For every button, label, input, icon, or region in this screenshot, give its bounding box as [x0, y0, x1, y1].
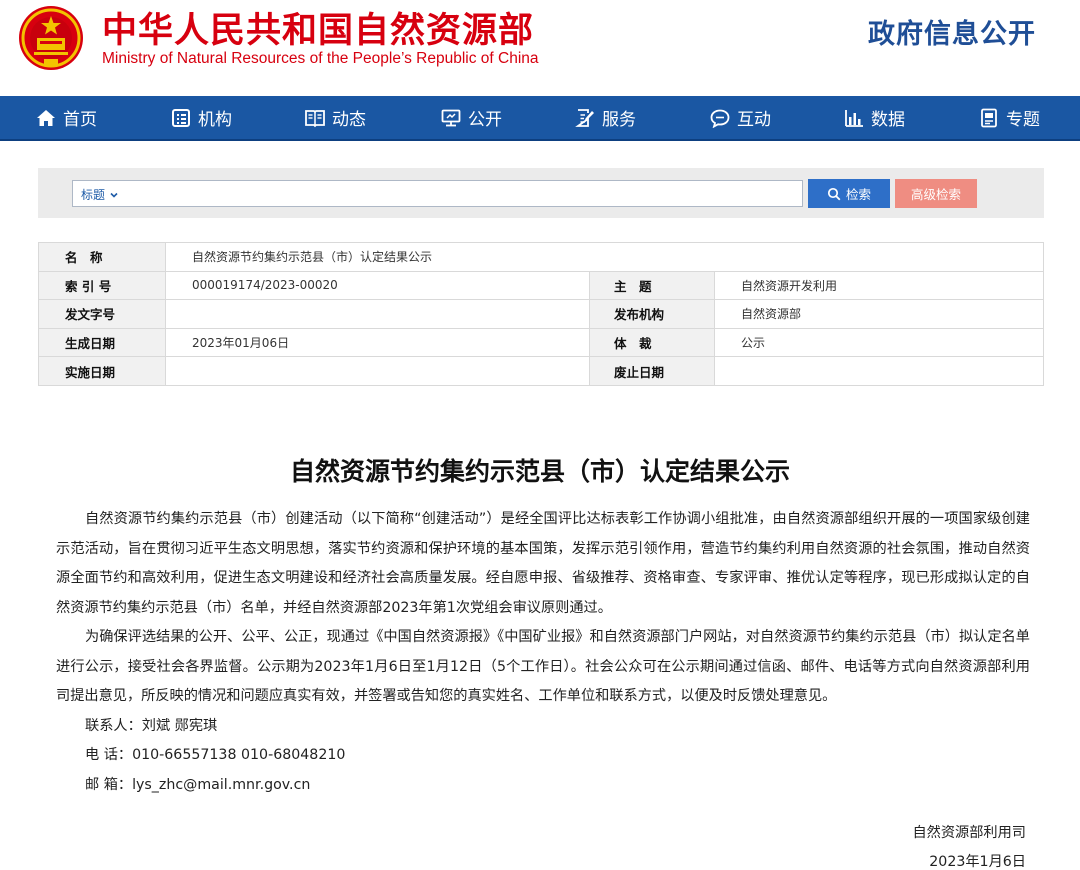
nav-label: 互动	[737, 110, 771, 130]
search-button-label: 检索	[845, 188, 871, 202]
article-body: 自然资源节约集约示范县（市）创建活动（以下简称“创建活动”）是经全国评比达标表彰…	[56, 505, 1030, 800]
meta-key-issuer: 发布机构	[589, 299, 715, 329]
meta-value-date: 2023年01月06日	[165, 327, 590, 358]
meta-value-index: 000019174/2023-00020	[165, 270, 590, 301]
nav-item-interaction[interactable]: 互动	[710, 96, 771, 139]
chat-bubble-icon	[710, 109, 730, 128]
organization-icon	[172, 108, 190, 127]
contact-person: 联系人：刘斌 郧宪琪	[85, 717, 218, 734]
table-row: 生成日期 2023年01月06日 体 裁 公示	[38, 327, 1044, 358]
meta-key-index: 索 引 号	[38, 270, 166, 301]
table-row: 实施日期 废止日期	[38, 356, 1044, 386]
document-metadata-table: 名 称 自然资源节约集约示范县（市）认定结果公示 索 引 号 000019174…	[38, 242, 1044, 386]
nav-item-topics[interactable]: 专题	[979, 96, 1040, 139]
chevron-down-icon	[110, 192, 118, 198]
advanced-search-button[interactable]: 高级检索	[895, 179, 977, 208]
monitor-icon	[441, 109, 461, 126]
meta-value-subject: 自然资源开发利用	[714, 270, 1044, 301]
advanced-search-label: 高级检索	[910, 188, 961, 202]
search-bar: 标题 检索 高级检索	[38, 168, 1044, 218]
nav-label: 服务	[602, 110, 636, 130]
nav-label: 专题	[1006, 110, 1040, 130]
search-input[interactable]	[129, 183, 789, 204]
edit-document-icon	[575, 108, 594, 127]
article-paragraph: 为确保评选结果的公开、公平、公正，现通过《中国自然资源报》《中国矿业报》和自然资…	[56, 629, 1030, 704]
contact-phone: 电 话：010-66557138 010-68048210	[85, 747, 346, 763]
bar-chart-icon	[845, 109, 863, 127]
meta-value-effective-date	[165, 356, 590, 386]
signature-date: 2023年1月6日	[929, 854, 1026, 870]
meta-key-subject: 主 题	[589, 270, 715, 301]
nav-label: 动态	[332, 110, 366, 130]
article-paragraph: 自然资源节约集约示范县（市）创建活动（以下简称“创建活动”）是经全国评比达标表彰…	[56, 511, 1030, 616]
meta-key-date: 生成日期	[38, 327, 166, 358]
meta-value-issuer: 自然资源部	[714, 299, 1044, 329]
meta-key-doc-number: 发文字号	[38, 299, 166, 329]
topic-document-icon	[981, 108, 997, 127]
nav-label: 公开	[468, 110, 502, 130]
search-button[interactable]: 检索	[808, 179, 890, 208]
main-nav: 首页 机构 动态 公开 服务 互动 数据 专题	[0, 96, 1080, 141]
nav-label: 机构	[198, 110, 232, 130]
meta-key-genre: 体 裁	[589, 327, 715, 358]
nav-item-organization[interactable]: 机构	[171, 96, 232, 139]
nav-label: 数据	[871, 110, 905, 130]
meta-key-expiry-date: 废止日期	[589, 356, 715, 386]
nav-item-service[interactable]: 服务	[575, 96, 636, 139]
signature-organization: 自然资源部利用司	[912, 825, 1026, 841]
search-box: 标题	[72, 180, 803, 207]
site-header: 中华人民共和国自然资源部 Ministry of Natural Resourc…	[0, 0, 1080, 96]
site-title-en[interactable]: Ministry of Natural Resources of the Peo…	[102, 50, 539, 68]
meta-value-expiry-date	[714, 356, 1044, 386]
meta-key-name: 名 称	[38, 242, 166, 272]
article-title: 自然资源节约集约示范县（市）认定结果公示	[289, 457, 790, 486]
meta-key-label: 名 称	[65, 250, 103, 266]
search-field-label: 标题	[81, 188, 106, 202]
news-book-icon	[305, 109, 325, 127]
meta-key-effective-date: 实施日期	[38, 356, 166, 386]
nav-label: 首页	[63, 110, 97, 130]
meta-value-doc-number	[165, 299, 590, 329]
nav-item-news[interactable]: 动态	[305, 96, 366, 139]
search-icon	[827, 187, 841, 200]
site-title-cn[interactable]: 中华人民共和国自然资源部	[102, 2, 534, 53]
nav-item-home[interactable]: 首页	[36, 96, 97, 139]
home-icon	[37, 109, 55, 126]
national-emblem-icon	[19, 6, 83, 70]
nav-item-disclosure[interactable]: 公开	[441, 96, 502, 139]
meta-value-name: 自然资源节约集约示范县（市）认定结果公示	[165, 242, 1044, 272]
contact-email: 邮 箱：lys_zhc@mail.mnr.gov.cn	[85, 776, 311, 793]
meta-value-genre: 公示	[714, 327, 1044, 358]
nav-item-data[interactable]: 数据	[844, 96, 905, 139]
gov-info-disclosure-title[interactable]: 政府信息公开	[868, 12, 1036, 51]
table-row: 发文字号 发布机构 自然资源部	[38, 299, 1044, 329]
search-field-select[interactable]: 标题	[81, 186, 119, 203]
table-row: 名 称 自然资源节约集约示范县（市）认定结果公示	[38, 242, 1044, 272]
table-row: 索 引 号 000019174/2023-00020 主 题 自然资源开发利用	[38, 270, 1044, 301]
